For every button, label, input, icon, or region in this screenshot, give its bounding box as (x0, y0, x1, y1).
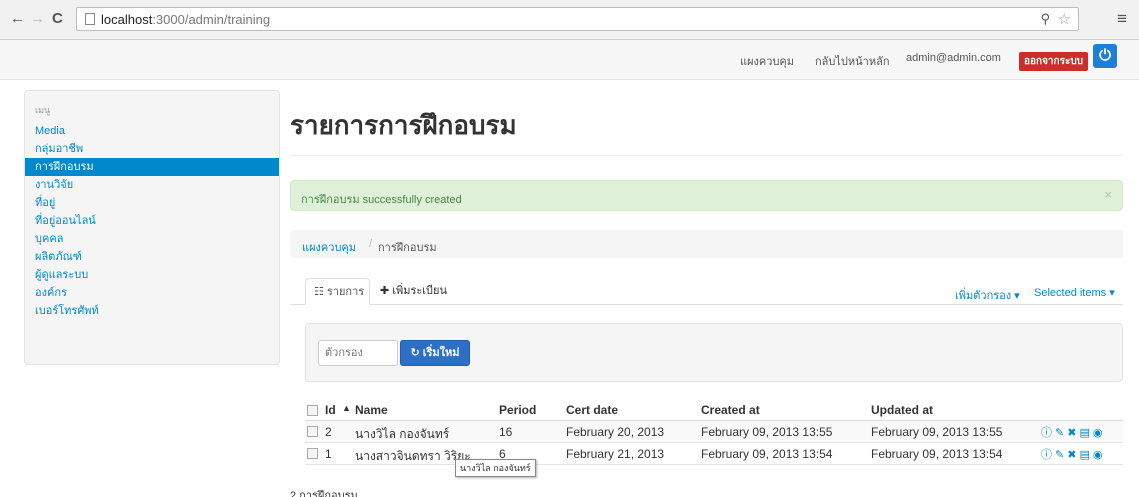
alert-message: การฝึกอบรม successfully created (301, 194, 462, 206)
page-icon (85, 13, 95, 25)
sidebar-item-training[interactable]: การฝึกอบรม (25, 158, 279, 176)
column-header-created-at[interactable]: Created at (701, 403, 760, 417)
reset-button[interactable]: ↻ เริ่มใหม่ (400, 340, 470, 366)
row-actions: ⓘ✎✖▤◉ (1041, 446, 1105, 462)
sidebar-item-career-groups[interactable]: กลุ่มอาชีพ (25, 140, 279, 158)
cell-updated-at: February 09, 2013 13:54 (871, 447, 1003, 461)
sidebar-item-organizations[interactable]: องค์กร (25, 284, 279, 302)
sidebar-item-admins[interactable]: ผู้ดูแลระบบ (25, 266, 279, 284)
edit-icon[interactable]: ✎ (1055, 427, 1067, 439)
nav-user-email-link[interactable]: admin@admin.com (906, 52, 1001, 64)
sidebar-item-online-address[interactable]: ที่อยู่ออนไลน์ (25, 212, 279, 230)
selected-items-dropdown[interactable]: Selected items ▾ (1034, 286, 1115, 299)
show-icon[interactable]: ◉ (1093, 449, 1106, 461)
breadcrumb-dashboard-link[interactable]: แผงควบคุม (302, 238, 356, 256)
row-checkbox[interactable] (307, 448, 318, 459)
cell-cert-date: February 21, 2013 (566, 447, 665, 461)
breadcrumb-separator: / (369, 238, 373, 250)
sidebar-item-persons[interactable]: บุคคล (25, 230, 279, 248)
column-header-updated-at[interactable]: Updated at (871, 403, 933, 417)
browser-menu-icon[interactable]: ≡ (1117, 9, 1127, 29)
add-filter-dropdown[interactable]: เพิ่มตัวกรอง ▾ (955, 286, 1020, 304)
breadcrumb: แผงควบคุม / การฝึกอบรม (290, 230, 1123, 258)
table-header: Id ▲ Name Period Cert date Created at Up… (305, 399, 1123, 421)
title-divider (290, 155, 1123, 156)
column-header-id[interactable]: Id (325, 403, 336, 417)
reset-button-label: เริ่มใหม่ (422, 347, 460, 359)
refresh-icon: ↻ (410, 347, 420, 359)
filter-bar: ↻ เริ่มใหม่ (305, 323, 1123, 382)
cell-created-at: February 09, 2013 13:54 (701, 447, 833, 461)
list-icon: ☷ (314, 286, 324, 298)
power-icon[interactable]: ⏻ (1093, 44, 1117, 68)
close-icon[interactable]: × (1104, 187, 1112, 202)
column-header-cert-date[interactable]: Cert date (566, 403, 618, 417)
info-icon[interactable]: ⓘ (1041, 427, 1055, 439)
cell-period: 16 (499, 425, 513, 439)
show-icon[interactable]: ◉ (1093, 427, 1106, 439)
export-icon[interactable]: ▤ (1079, 427, 1092, 439)
cell-updated-at: February 09, 2013 13:55 (871, 425, 1003, 439)
browser-toolbar: ← → C localhost:3000/admin/training ⚲ ☆ … (0, 0, 1139, 40)
sidebar-item-research[interactable]: งานวิจัย (25, 176, 279, 194)
delete-icon[interactable]: ✖ (1067, 427, 1079, 439)
zoom-icon[interactable]: ⚲ (1040, 11, 1050, 27)
select-all-checkbox[interactable] (307, 405, 318, 416)
sidebar-item-media[interactable]: Media (25, 122, 279, 140)
success-alert: การฝึกอบรม successfully created × (290, 180, 1123, 211)
reload-icon[interactable]: C (52, 10, 63, 28)
name-tooltip: นางวิไล กองจันทร์ (455, 459, 536, 477)
url-host: localhost (101, 12, 153, 27)
address-bar[interactable]: localhost:3000/admin/training ⚲ ☆ (76, 7, 1079, 31)
nav-back-home-link[interactable]: กลับไปหน้าหลัก (815, 52, 890, 70)
tab-add-label: เพิ่มระเบียน (392, 285, 448, 297)
info-icon[interactable]: ⓘ (1041, 449, 1055, 461)
export-icon[interactable]: ▤ (1079, 449, 1092, 461)
breadcrumb-current: การฝึกอบรม (378, 242, 437, 254)
forward-arrow-icon[interactable]: → (30, 10, 45, 28)
row-actions: ⓘ✎✖▤◉ (1041, 424, 1105, 440)
table-row: 2 นางวิไล กองจันทร์ 16 February 20, 2013… (305, 421, 1123, 443)
cell-id: 2 (325, 425, 332, 439)
column-header-name[interactable]: Name (355, 403, 388, 417)
delete-icon[interactable]: ✖ (1067, 449, 1079, 461)
back-arrow-icon[interactable]: ← (10, 10, 25, 28)
logout-button[interactable]: ออกจากระบบ (1019, 52, 1089, 71)
top-navbar: แผงควบคุม กลับไปหน้าหลัก admin@admin.com… (0, 40, 1139, 80)
sidebar-item-address[interactable]: ที่อยู่ (25, 194, 279, 212)
sidebar-item-phone-numbers[interactable]: เบอร์โทรศัพท์ (25, 302, 279, 320)
cell-id: 1 (325, 447, 332, 461)
url-path: :3000/admin/training (152, 12, 271, 27)
bookmark-star-icon[interactable]: ☆ (1058, 10, 1071, 28)
table-row: 1 นางสาวจินดทรา วิริยะ 6 February 21, 20… (305, 443, 1123, 465)
url-text: localhost:3000/admin/training (101, 12, 270, 27)
edit-icon[interactable]: ✎ (1055, 449, 1067, 461)
plus-icon: ✚ (380, 285, 390, 297)
column-header-period[interactable]: Period (499, 403, 536, 417)
row-checkbox[interactable] (307, 426, 318, 437)
tab-add-record[interactable]: ✚ เพิ่มระเบียน (380, 278, 447, 305)
tab-list-label: รายการ (326, 286, 365, 298)
tab-list[interactable]: ☷ รายการ (305, 278, 370, 305)
record-count: 2 การฝึกอบรม (290, 490, 358, 497)
cell-cert-date: February 20, 2013 (566, 425, 665, 439)
filter-input[interactable] (318, 340, 398, 366)
sidebar-item-products[interactable]: ผลิตภัณฑ์ (25, 248, 279, 266)
cell-name: นางวิไล กองจันทร์ (355, 427, 450, 441)
sidebar: เมนู Media กลุ่มอาชีพ การฝึกอบรม งานวิจั… (24, 90, 280, 365)
sidebar-header: เมนู (35, 105, 51, 115)
nav-dashboard-link[interactable]: แผงควบคุม (740, 52, 794, 70)
cell-created-at: February 09, 2013 13:55 (701, 425, 833, 439)
sort-asc-icon: ▲ (342, 403, 351, 413)
cell-name: นางสาวจินดทรา วิริยะ (355, 449, 471, 463)
page-title: รายการการฝึกอบรม (290, 110, 517, 140)
